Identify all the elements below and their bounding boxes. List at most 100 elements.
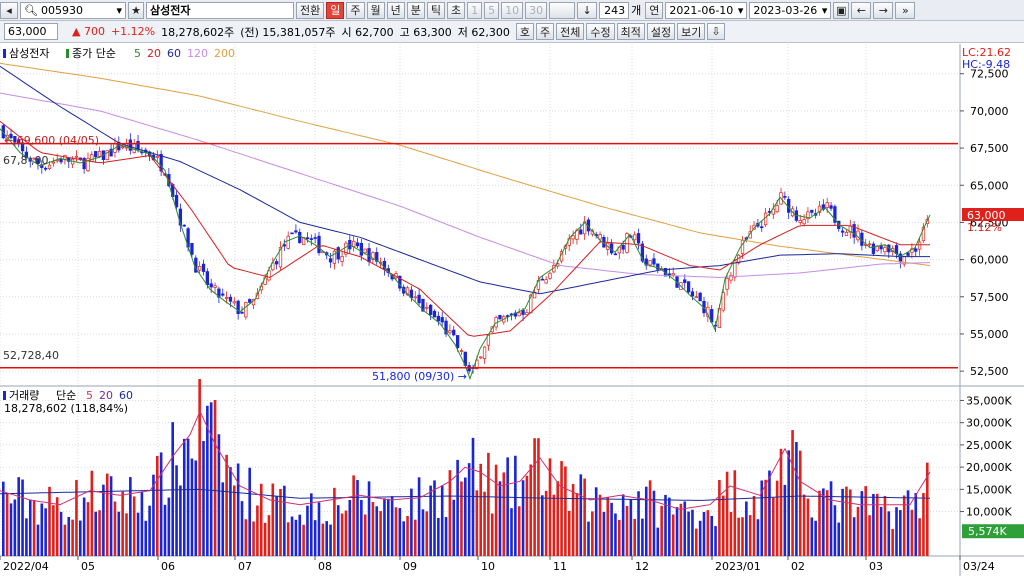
volume-bar xyxy=(294,519,298,556)
volume-bar xyxy=(641,518,644,556)
switch-button[interactable]: 전환 xyxy=(296,1,325,19)
candle-body xyxy=(425,306,429,309)
volume-bar xyxy=(849,489,852,556)
candle-body xyxy=(328,258,333,263)
volume-bar xyxy=(733,470,737,556)
candle-body xyxy=(248,299,252,303)
candle-body xyxy=(829,205,833,209)
main-toolbar: ◂ 🔍︎ 005930 ▾ ★ 삼성전자 전환 일주월년분틱초 1 5 10 30 ↓… xyxy=(0,0,1024,21)
candle-body xyxy=(571,235,575,240)
volume-bar xyxy=(671,514,675,556)
period-tab-6[interactable]: 초 xyxy=(447,1,466,19)
period-tab-0[interactable]: 일 xyxy=(326,1,345,19)
volume-bar xyxy=(656,527,660,556)
search-icon: 🔍︎ xyxy=(24,3,38,17)
volume-bar xyxy=(360,499,363,556)
candle-body xyxy=(694,296,698,299)
arrow-right-icon[interactable]: → xyxy=(873,1,894,19)
stock-chart[interactable]: 삼성전자 종가 단순 5 20 60 120 200 LC:21.62HC:-9.48← 69… xyxy=(0,44,1024,576)
volume-bar xyxy=(363,514,367,556)
volume-bar xyxy=(506,457,509,556)
candle-body xyxy=(729,274,733,281)
view-button-0[interactable]: 호 xyxy=(515,23,534,40)
count-input[interactable]: 243 xyxy=(599,1,630,19)
volume-bar xyxy=(644,486,648,556)
volume-bar xyxy=(236,463,240,556)
view-button-1[interactable]: 주 xyxy=(536,23,555,40)
collapse-icon[interactable]: ⇩ xyxy=(707,23,725,40)
volume-bar xyxy=(899,510,902,556)
candle-body xyxy=(198,265,202,271)
period-tab-2[interactable]: 월 xyxy=(366,1,385,19)
legend-marker xyxy=(3,391,6,400)
candle-body xyxy=(525,312,529,316)
volume-bar xyxy=(233,485,236,556)
view-button-2[interactable]: 전체 xyxy=(556,23,585,40)
volume-bar xyxy=(213,400,217,556)
volume-bar xyxy=(433,480,436,556)
interval-buttons: 1 5 10 30 xyxy=(467,1,549,19)
volume-bar xyxy=(795,442,798,556)
volume-bar xyxy=(922,492,925,556)
volume-bar xyxy=(487,452,490,556)
arrow-left-icon[interactable]: ← xyxy=(851,1,872,19)
view-button-3[interactable]: 수정 xyxy=(586,23,615,40)
candle-body xyxy=(579,229,583,235)
stock-code-input[interactable]: 🔍︎ 005930 ▾ xyxy=(20,1,126,19)
interval-button-2[interactable]: 10 xyxy=(501,1,524,19)
period-tab-5[interactable]: 틱 xyxy=(426,1,445,19)
volume-tick-label: 30,000K xyxy=(966,417,1012,430)
volume-tick-label: 35,000K xyxy=(966,394,1012,407)
interval-button-3[interactable]: 30 xyxy=(525,1,548,19)
candle-body xyxy=(436,315,440,322)
volume-bar xyxy=(94,511,97,556)
volume-bar xyxy=(67,516,71,556)
volume-bar xyxy=(610,502,613,556)
volume-bar xyxy=(48,486,51,556)
prev-volume-value: (전) 15,381,057주 xyxy=(240,25,336,39)
date-from-input[interactable]: 2021-06-10 ▾ xyxy=(665,1,748,19)
dropdown-icon[interactable]: ▾ xyxy=(116,4,122,17)
view-button-5[interactable]: 설정 xyxy=(646,23,676,40)
volume-bar xyxy=(144,520,148,556)
volume-bar xyxy=(344,510,348,556)
interval-custom-field[interactable] xyxy=(549,1,576,19)
period-tab-1[interactable]: 주 xyxy=(346,1,365,19)
fast-forward-icon[interactable]: » xyxy=(895,1,916,19)
volume-bar xyxy=(875,493,879,556)
x-tick-label: 07 xyxy=(238,560,252,573)
period-tab-3[interactable]: 년 xyxy=(386,1,405,19)
price-tick-label: 55,000 xyxy=(970,328,1009,341)
period-tab-4[interactable]: 분 xyxy=(406,1,425,19)
volume-bar xyxy=(17,477,20,556)
view-button-4[interactable]: 최적 xyxy=(616,23,645,40)
candle-body xyxy=(452,329,456,336)
volume-bar xyxy=(229,467,232,556)
link-button[interactable]: 연 xyxy=(645,1,664,19)
history-back-icon[interactable]: ◂ xyxy=(0,1,18,19)
save-icon[interactable]: ▣ xyxy=(833,1,850,19)
interval-button-1[interactable]: 5 xyxy=(484,1,500,19)
candle-body xyxy=(648,260,652,266)
volume-bar xyxy=(683,501,687,556)
candle-body xyxy=(43,167,48,170)
volume-bar xyxy=(475,490,479,556)
candle-body xyxy=(548,272,552,279)
volume-bar xyxy=(852,517,856,556)
arrow-down-icon[interactable]: ↓ xyxy=(577,1,598,19)
interval-button-0[interactable]: 1 xyxy=(467,1,483,19)
volume-bar xyxy=(829,481,833,556)
favorite-star-icon[interactable]: ★ xyxy=(128,1,144,19)
candle-body xyxy=(359,242,363,256)
candle-body xyxy=(313,237,317,239)
candle-body xyxy=(917,241,922,250)
price-legend-ma-200: 200 xyxy=(214,47,235,60)
volume-bar xyxy=(537,438,540,556)
view-button-6[interactable]: 보기 xyxy=(677,23,706,40)
hline-top-label: 67,8 ,00 xyxy=(3,154,48,167)
date-to-input[interactable]: 2023-03-26 ▾ xyxy=(749,1,832,19)
volume-bar xyxy=(464,477,467,556)
volume-bar xyxy=(159,452,163,556)
volume-bar xyxy=(856,506,860,556)
candle-body xyxy=(340,256,344,262)
